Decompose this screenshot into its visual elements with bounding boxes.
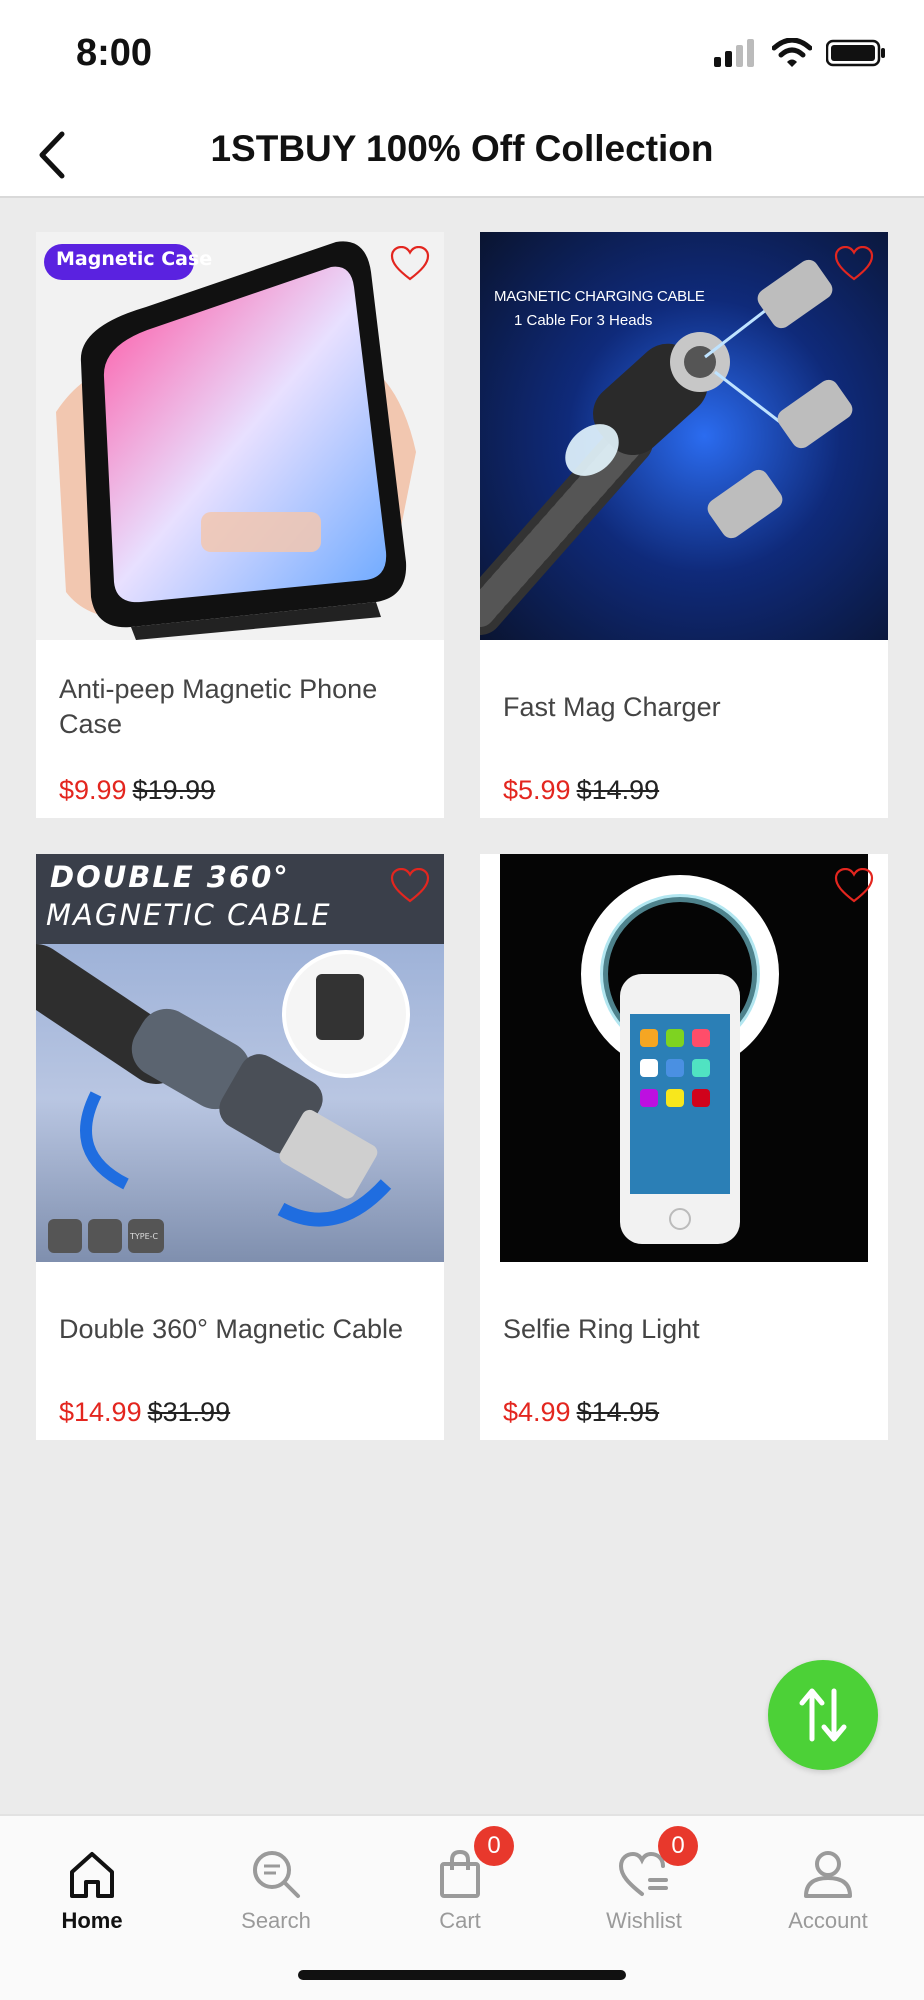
sort-arrows-icon bbox=[799, 1688, 847, 1742]
product-prices: $9.99 $19.99 bbox=[59, 775, 215, 806]
heart-icon[interactable] bbox=[390, 246, 430, 282]
tab-label: Account bbox=[788, 1908, 868, 1933]
page-title: 1STBUY 100% Off Collection bbox=[210, 128, 714, 169]
image-badge: TYPE-C bbox=[130, 1232, 159, 1241]
image-label: Magnetic Case bbox=[56, 248, 213, 270]
wifi-icon bbox=[772, 38, 812, 67]
image-label: MAGNETIC CHARGING CABLE bbox=[494, 288, 705, 305]
signal-icon bbox=[714, 39, 754, 67]
tab-home[interactable]: Home bbox=[0, 1816, 184, 1946]
home-indicator bbox=[298, 1970, 626, 1980]
product-prices: $4.99 $14.95 bbox=[503, 1397, 659, 1428]
tab-label: Wishlist bbox=[606, 1908, 682, 1933]
product-image[interactable]: DOUBLE 360° MAGNETIC CABLE TYPE-C bbox=[36, 854, 444, 1262]
status-time: 8:00 bbox=[76, 32, 153, 74]
product-card[interactable]: Selfie Ring Light $4.99 $14.95 bbox=[480, 854, 888, 1440]
search-icon bbox=[253, 1851, 300, 1898]
tab-wishlist[interactable]: 0 Wishlist bbox=[552, 1816, 736, 1946]
heart-icon[interactable] bbox=[390, 868, 430, 904]
product-old-price: $31.99 bbox=[147, 1397, 231, 1427]
product-old-price: $14.95 bbox=[576, 1397, 660, 1427]
home-icon bbox=[70, 1852, 114, 1898]
tab-cart[interactable]: 0 Cart bbox=[368, 1816, 552, 1946]
tab-label: Search bbox=[241, 1908, 311, 1933]
tab-account[interactable]: Account bbox=[736, 1816, 920, 1946]
tab-search[interactable]: Search bbox=[184, 1816, 368, 1946]
product-price: $4.99 bbox=[503, 1397, 571, 1427]
sort-button[interactable] bbox=[768, 1660, 878, 1770]
product-name[interactable]: Double 360° Magnetic Cable bbox=[59, 1294, 419, 1364]
image-label: DOUBLE 360° bbox=[50, 860, 290, 894]
product-card[interactable]: Magnetic Case Anti-peep Magnetic Phone C… bbox=[36, 232, 444, 818]
status-icons bbox=[714, 38, 886, 68]
product-price: $9.99 bbox=[59, 775, 127, 805]
product-prices: $14.99 $31.99 bbox=[59, 1397, 230, 1428]
product-card[interactable]: DOUBLE 360° MAGNETIC CABLE TYPE-C Double… bbox=[36, 854, 444, 1440]
nav-bar: 1STBUY 100% Off Collection bbox=[0, 110, 924, 198]
tab-label: Cart bbox=[439, 1908, 481, 1933]
image-sublabel: MAGNETIC CABLE bbox=[46, 898, 332, 932]
image-sublabel: 1 Cable For 3 Heads bbox=[514, 312, 653, 329]
product-old-price: $14.99 bbox=[576, 775, 660, 805]
status-bar: 8:00 bbox=[0, 0, 924, 110]
product-price: $5.99 bbox=[503, 775, 571, 805]
cart-badge: 0 bbox=[474, 1826, 514, 1866]
battery-icon bbox=[826, 39, 885, 67]
tab-label: Home bbox=[61, 1908, 123, 1933]
product-price: $14.99 bbox=[59, 1397, 142, 1427]
product-name[interactable]: Fast Mag Charger bbox=[503, 672, 863, 742]
heart-icon[interactable] bbox=[834, 868, 874, 904]
product-name[interactable]: Selfie Ring Light bbox=[503, 1294, 863, 1364]
product-image[interactable] bbox=[480, 854, 888, 1262]
heart-icon[interactable] bbox=[834, 246, 874, 282]
product-image[interactable]: Magnetic Case bbox=[36, 232, 444, 640]
product-name[interactable]: Anti-peep Magnetic Phone Case bbox=[59, 672, 419, 742]
product-old-price: $19.99 bbox=[132, 775, 216, 805]
product-card[interactable]: MAGNETIC CHARGING CABLE 1 Cable For 3 He… bbox=[480, 232, 888, 818]
product-image[interactable]: MAGNETIC CHARGING CABLE 1 Cable For 3 He… bbox=[480, 232, 888, 640]
wishlist-badge: 0 bbox=[658, 1826, 698, 1866]
product-prices: $5.99 $14.99 bbox=[503, 775, 659, 806]
account-icon bbox=[804, 1851, 852, 1898]
